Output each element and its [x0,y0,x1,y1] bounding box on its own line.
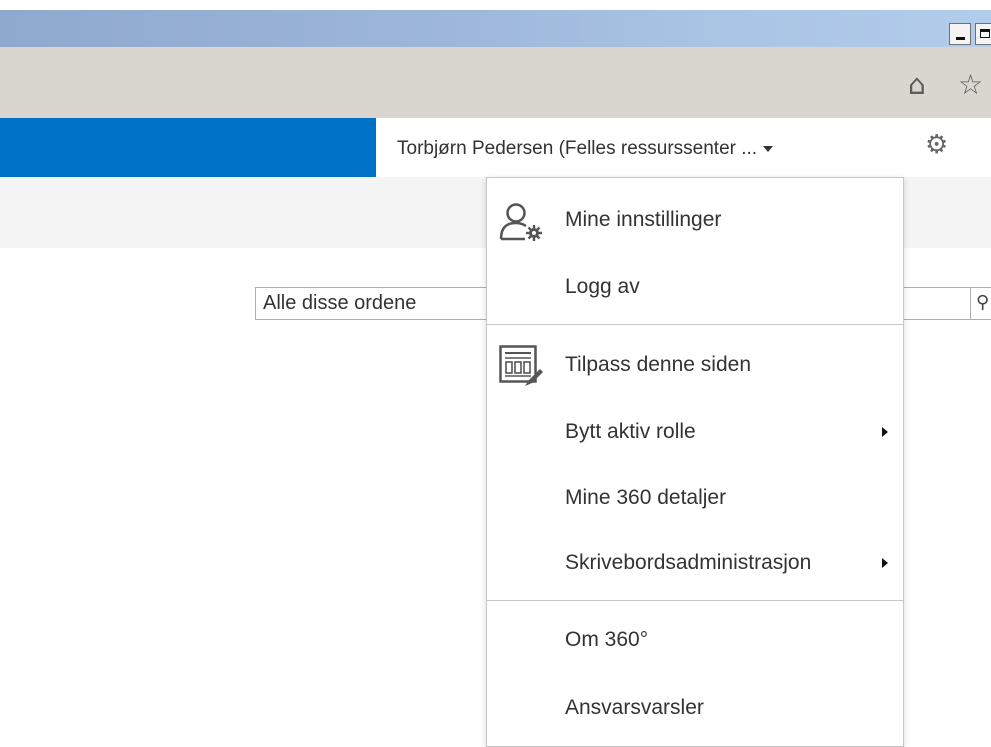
menu-item-label: Skrivebordsadministrasjon [565,551,812,574]
user-dropdown-menu: Mine innstillinger Logg av Tilpass denne… [486,177,904,747]
user-menu-button[interactable]: Torbjørn Pedersen (Felles ressurssenter … [397,134,774,164]
menu-item-label: Logg av [565,275,640,298]
user-settings-icon [499,203,542,241]
menu-item-logg-av[interactable]: Logg av [487,257,903,317]
menu-item-mine-360-detaljer[interactable]: Mine 360 detaljer [487,468,903,528]
menu-item-ansvarsvarsler[interactable]: Ansvarsvarsler [487,678,903,738]
chevron-right-icon [882,427,888,437]
favorites-star-icon[interactable]: ☆ [958,71,983,99]
menu-item-om-360[interactable]: Om 360° [487,610,903,670]
settings-button[interactable]: ⚙ [904,118,980,177]
menu-item-label: Mine 360 detaljer [565,486,727,509]
menu-item-label: Bytt aktiv rolle [565,420,696,443]
menu-item-label: Mine innstillinger [565,208,722,231]
chevron-right-icon [882,558,888,568]
brand-strip [0,118,376,177]
menu-divider [487,324,903,325]
minimize-icon[interactable] [949,23,971,45]
maximize-icon[interactable] [975,23,991,45]
menu-item-mine-innstillinger[interactable]: Mine innstillinger [487,190,903,250]
gear-icon: ⚙ [925,130,949,160]
user-name: Torbjørn Pedersen (Felles ressurssenter … [397,138,758,159]
search-icon: ⚲ [976,292,990,313]
menu-item-skrivebordsadministrasjon[interactable]: Skrivebordsadministrasjon [487,533,903,593]
browser-toolbar [0,47,991,118]
menu-item-tilpass-denne-siden[interactable]: Tilpass denne siden [487,335,903,395]
menu-item-bytt-aktiv-rolle[interactable]: Bytt aktiv rolle [487,402,903,462]
home-icon[interactable]: ⌂ [908,71,926,99]
menu-item-label: Ansvarsvarsler [565,696,704,719]
search-button[interactable]: ⚲ [970,288,991,319]
customize-page-icon [499,345,543,386]
menu-item-label: Tilpass denne siden [565,353,752,376]
menu-divider [487,600,903,601]
window-titlebar [0,0,991,47]
chevron-down-icon [763,145,774,152]
menu-item-label: Om 360° [565,628,649,651]
